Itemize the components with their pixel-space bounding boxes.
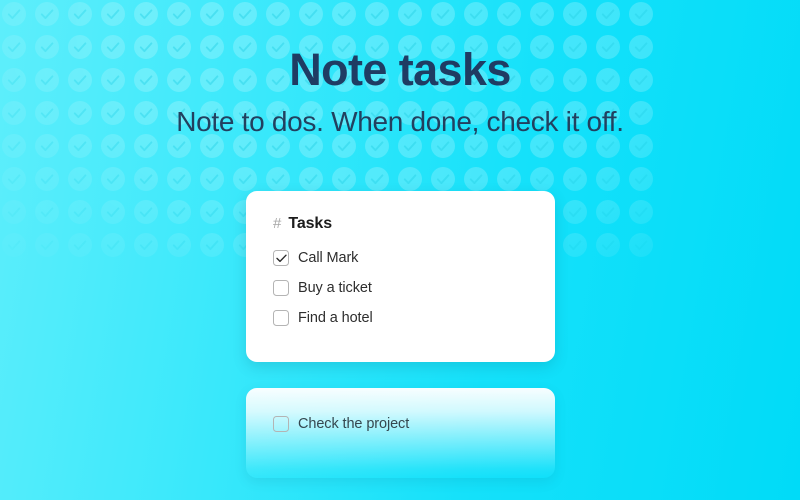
task-label: Buy a ticket (298, 280, 372, 296)
task-row[interactable]: Buy a ticket (273, 273, 528, 303)
task-label: Call Mark (298, 250, 359, 266)
task-row[interactable]: Find a hotel (273, 303, 528, 333)
checkbox-icon[interactable] (273, 416, 289, 432)
task-row[interactable]: Call Mark (273, 243, 528, 273)
checkbox-checked-icon[interactable] (273, 250, 289, 266)
tasks-card-header: # Tasks (273, 215, 528, 233)
checkbox-icon[interactable] (273, 310, 289, 326)
checkbox-icon[interactable] (273, 280, 289, 296)
page-subtitle: Note to dos. When done, check it off. (176, 106, 624, 138)
task-row[interactable]: Check the project (273, 409, 528, 439)
hash-icon: # (273, 215, 282, 232)
secondary-card: Check the project (246, 388, 555, 478)
tasks-card-title: Tasks (288, 215, 333, 232)
task-label: Check the project (298, 416, 410, 432)
task-label: Find a hotel (298, 310, 373, 326)
hero-section: Note tasks Note to dos. When done, check… (0, 0, 800, 138)
tasks-card: # Tasks Call Mark Buy a ticket Find a ho… (246, 191, 555, 362)
page-title: Note tasks (289, 44, 511, 95)
